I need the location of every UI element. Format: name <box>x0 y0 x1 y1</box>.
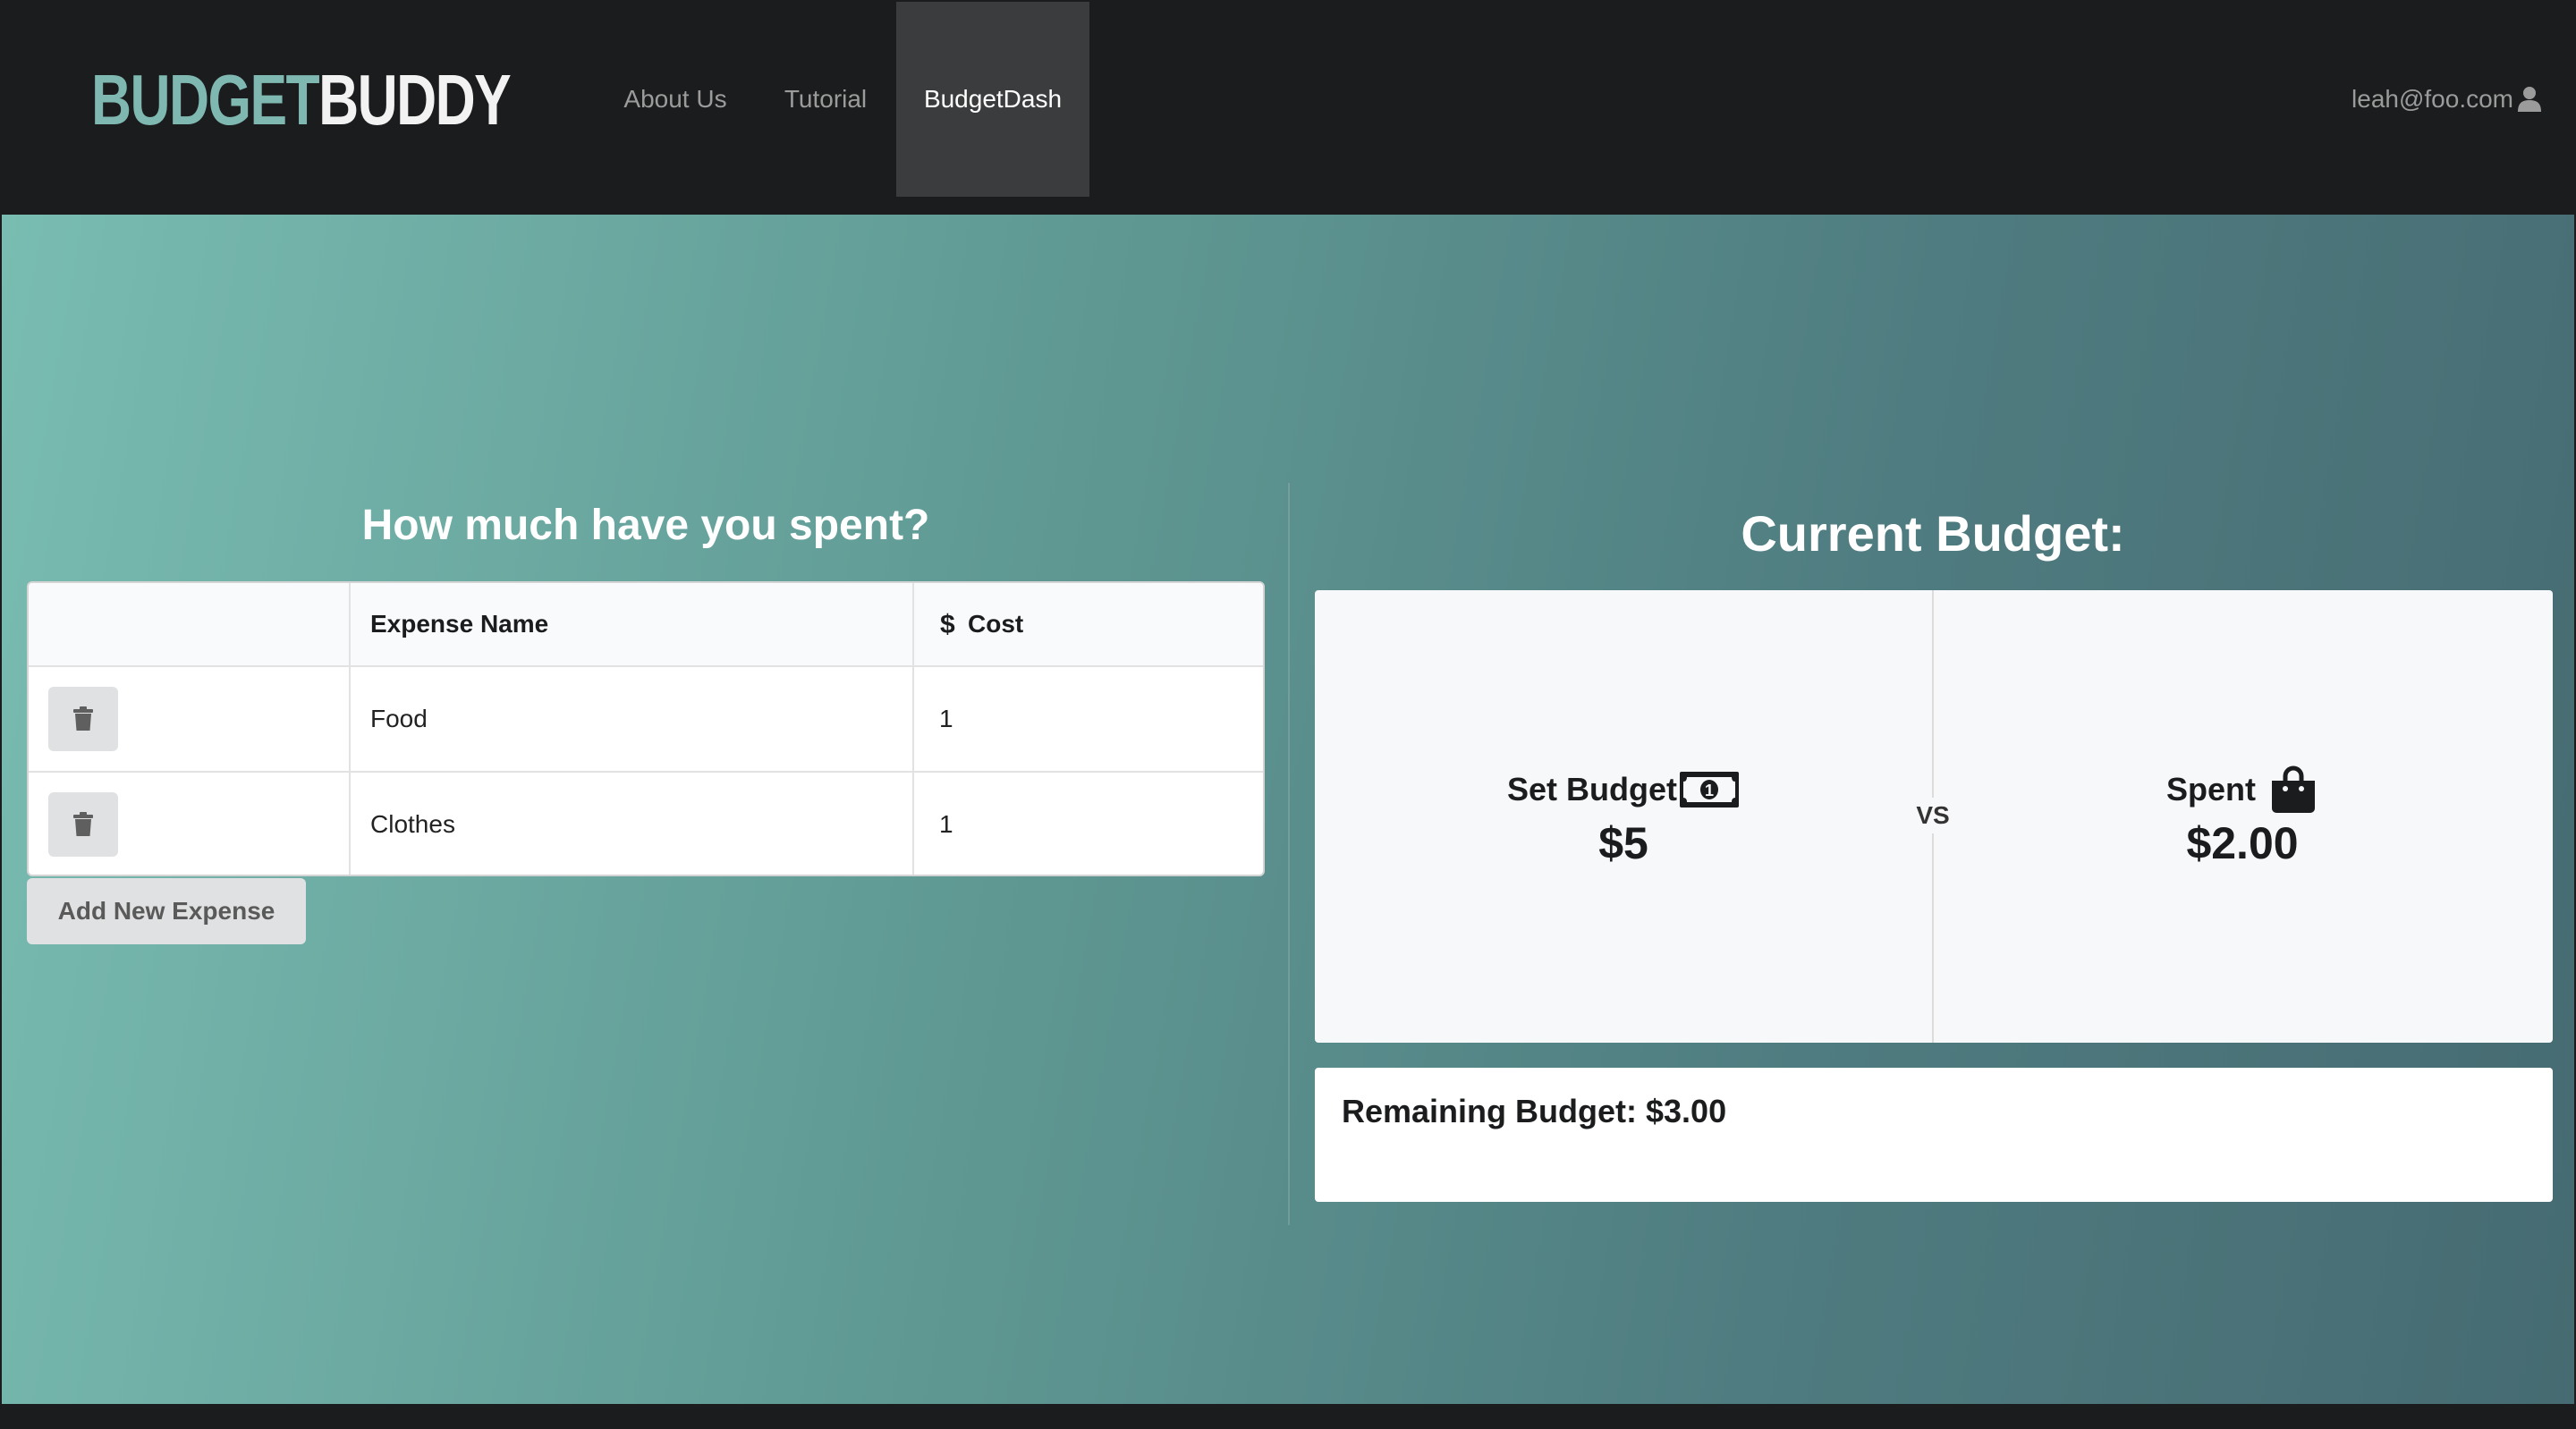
current-budget-title: Current Budget: <box>1741 505 2125 562</box>
header-expense-name: Expense Name <box>349 583 912 665</box>
budgetbuddy-logo[interactable]: BUDGETBUDDY <box>91 64 512 136</box>
row-actions <box>29 773 349 875</box>
spent-value: $2.00 <box>2186 818 2299 868</box>
delete-expense-button[interactable] <box>48 792 118 857</box>
header-actions <box>29 583 349 665</box>
user-icon <box>2518 87 2541 112</box>
table-header-row: Expense Name $ Cost <box>29 583 1263 665</box>
expense-table: Expense Name $ Cost Food 1 Clothes 1 <box>27 581 1265 876</box>
delete-expense-button[interactable] <box>48 687 118 751</box>
header-cost: $ Cost <box>912 583 1263 665</box>
set-budget-label-row: Set Budget 1 <box>1507 765 1740 814</box>
top-navbar: BUDGETBUDDY About Us Tutorial BudgetDash… <box>2 2 2574 197</box>
expense-cost-cell: 1 <box>912 667 1263 771</box>
spent-label: Spent <box>2165 771 2256 808</box>
expense-name-cell: Clothes <box>349 773 912 875</box>
spent-label-row: Spent <box>2166 765 2318 814</box>
dollar-icon: $ <box>940 611 955 638</box>
set-budget-label: Set Budget <box>1506 771 1677 808</box>
trash-icon <box>73 706 93 731</box>
nav-about-us[interactable]: About Us <box>592 2 758 197</box>
dashboard-main: How much have you spent? Expense Name $ … <box>2 215 2574 1404</box>
app-window: BUDGETBUDDY About Us Tutorial BudgetDash… <box>2 2 2574 1427</box>
expense-name-cell: Food <box>349 667 912 771</box>
expenses-title: How much have you spent? <box>361 502 930 549</box>
column-divider <box>1288 483 1290 1225</box>
expense-cost-cell: 1 <box>912 773 1263 875</box>
user-email: leah@foo.com <box>2351 85 2513 113</box>
add-new-expense-button[interactable]: Add New Expense <box>27 878 306 944</box>
set-budget-stat[interactable]: Set Budget 1 $5 <box>1315 765 1932 869</box>
set-budget-value: $5 <box>1598 818 1648 868</box>
nav-budgetdash[interactable]: BudgetDash <box>896 2 1089 197</box>
logo-part-buddy: BUDDY <box>318 60 512 140</box>
budget-summary-card: VS Set Budget 1 $5 Spent $2.00 <box>1315 590 2553 1043</box>
table-row: Clothes 1 <box>29 771 1263 875</box>
remaining-budget: Remaining Budget: $3.00 <box>1315 1068 2553 1202</box>
user-menu[interactable]: leah@foo.com <box>2351 2 2542 197</box>
row-actions <box>29 667 349 771</box>
svg-text:1: 1 <box>1705 782 1714 799</box>
header-cost-label: Cost <box>968 610 1024 638</box>
table-row: Food 1 <box>29 665 1263 771</box>
svg-text:$: $ <box>940 611 955 638</box>
spent-stat: Spent $2.00 <box>1934 765 2551 869</box>
bottom-bar <box>2 1404 2574 1427</box>
trash-icon <box>73 812 93 836</box>
logo-part-budget: BUDGET <box>91 60 320 140</box>
nav-tutorial[interactable]: Tutorial <box>762 2 889 197</box>
shopping-bag-icon <box>2272 765 2315 813</box>
money-bill-icon: 1 <box>1680 772 1739 808</box>
